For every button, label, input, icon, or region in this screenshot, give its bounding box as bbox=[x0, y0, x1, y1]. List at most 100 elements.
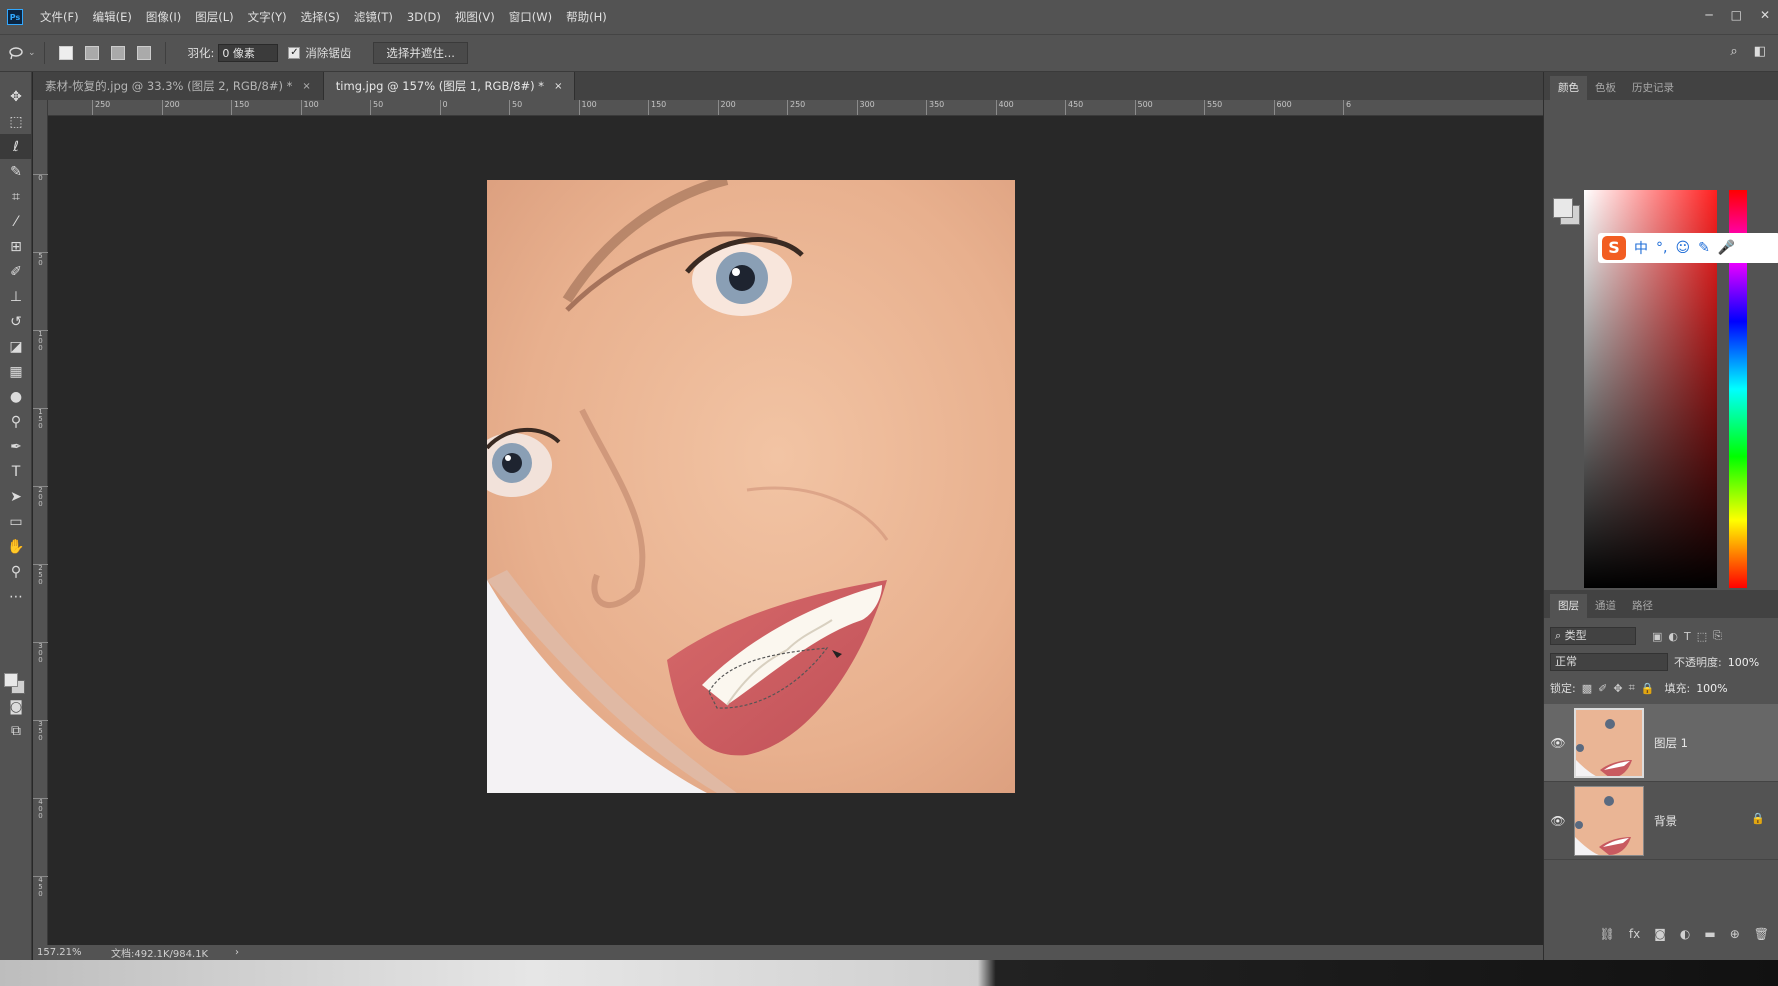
eyedropper-tool-icon[interactable]: ⁄ bbox=[0, 209, 32, 234]
intersect-selection-button[interactable] bbox=[136, 46, 151, 60]
zoom-tool-icon[interactable]: ⚲ bbox=[0, 559, 32, 584]
horizontal-ruler[interactable]: 250 200 150 100 50 0 50 100 150 200 250 300 350 400 45… bbox=[48, 100, 1543, 116]
feather-input[interactable] bbox=[218, 44, 279, 62]
menu-image[interactable]: 图像(I) bbox=[139, 0, 188, 34]
gradient-tool-icon[interactable]: ▦ bbox=[0, 359, 32, 384]
panel-foreground-color[interactable] bbox=[1553, 198, 1573, 218]
tab-swatches[interactable]: 色板 bbox=[1587, 76, 1624, 100]
layer-name[interactable]: 图层 1 bbox=[1654, 735, 1688, 751]
document-image[interactable] bbox=[487, 180, 1015, 793]
rectangle-tool-icon[interactable]: ▭ bbox=[0, 509, 32, 534]
tab-color[interactable]: 颜色 bbox=[1550, 76, 1587, 100]
lock-paint-icon[interactable]: ✐ bbox=[1598, 682, 1607, 695]
menu-window[interactable]: 窗口(W) bbox=[502, 0, 559, 34]
ime-punctuation[interactable]: °, bbox=[1656, 240, 1667, 256]
crop-tool-icon[interactable]: ⌗ bbox=[0, 184, 32, 209]
new-layer-icon[interactable]: ⊕ bbox=[1730, 927, 1740, 941]
ime-chinese-mode[interactable]: 中 bbox=[1634, 238, 1648, 258]
history-brush-tool-icon[interactable]: ↺ bbox=[0, 309, 32, 334]
vertical-ruler[interactable]: 0 5 0 1 0 0 1 5 0 2 0 0 2 5 0 3 0 0 3 5 0 4 0 0 4… bbox=[33, 100, 48, 945]
delete-layer-icon[interactable]: 🗑 bbox=[1754, 927, 1769, 941]
status-arrow-icon[interactable]: › bbox=[235, 947, 239, 958]
menu-3d[interactable]: 3D(D) bbox=[400, 0, 448, 34]
lasso-tool-icon[interactable]: ℓ bbox=[0, 134, 32, 159]
menu-view[interactable]: 视图(V) bbox=[448, 0, 502, 34]
more-tools-icon[interactable]: ⋯ bbox=[0, 584, 32, 609]
blur-tool-icon[interactable]: ● bbox=[0, 384, 32, 409]
lasso-preset-icon[interactable] bbox=[8, 44, 26, 62]
emoji-icon[interactable]: ☺ bbox=[1675, 240, 1690, 256]
tab-label: 素材-恢复的.jpg @ 33.3% (图层 2, RGB/8#) * bbox=[45, 79, 293, 93]
image-filter-icon[interactable]: ▣ bbox=[1652, 630, 1662, 643]
foreground-color-swatch[interactable] bbox=[4, 673, 18, 687]
adjustment-layer-icon[interactable]: ◐ bbox=[1680, 927, 1690, 941]
ime-toolbar[interactable]: S 中 °, ☺ ✎ 🎤 bbox=[1598, 233, 1778, 263]
path-selection-tool-icon[interactable]: ➤ bbox=[0, 484, 32, 509]
lock-all-icon[interactable]: 🔒 bbox=[1641, 682, 1655, 695]
subtract-selection-button[interactable] bbox=[110, 46, 125, 60]
search-icon[interactable]: ⌕ bbox=[1730, 44, 1737, 59]
tab-history[interactable]: 历史记录 bbox=[1624, 76, 1682, 100]
smart-object-filter-icon[interactable]: ⎘ bbox=[1713, 629, 1722, 643]
eye-icon[interactable]: 👁 bbox=[1544, 736, 1572, 750]
layer-name[interactable]: 背景 bbox=[1654, 813, 1677, 829]
move-tool-icon[interactable]: ✥ bbox=[0, 84, 32, 109]
layer-row[interactable]: 👁 图层 1 bbox=[1544, 704, 1778, 782]
menu-file[interactable]: 文件(F) bbox=[33, 0, 86, 34]
minimize-icon[interactable]: ─ bbox=[1705, 8, 1712, 22]
tab-channels[interactable]: 通道 bbox=[1587, 594, 1624, 618]
maximize-icon[interactable]: □ bbox=[1731, 8, 1742, 22]
add-selection-button[interactable] bbox=[84, 46, 99, 60]
type-tool-icon[interactable]: T bbox=[0, 459, 32, 484]
menu-select[interactable]: 选择(S) bbox=[294, 0, 347, 34]
layer-row[interactable]: 👁 背景 🔒 bbox=[1544, 782, 1778, 860]
tab-paths[interactable]: 路径 bbox=[1624, 594, 1661, 618]
dodge-tool-icon[interactable]: ⚲ bbox=[0, 409, 32, 434]
select-and-mask-button[interactable]: 选择并遮住... bbox=[373, 42, 468, 64]
new-group-icon[interactable]: ▬ bbox=[1704, 927, 1715, 941]
fill-value[interactable]: 100% bbox=[1696, 682, 1727, 695]
tab-document-1[interactable]: 素材-恢复的.jpg @ 33.3% (图层 2, RGB/8#) * × bbox=[33, 72, 324, 100]
type-filter-icon[interactable]: T bbox=[1684, 630, 1691, 643]
add-mask-icon[interactable]: ◙ bbox=[1654, 927, 1666, 941]
marquee-tool-icon[interactable]: ⬚ bbox=[0, 109, 32, 134]
lock-artboard-icon[interactable]: ⌗ bbox=[1629, 681, 1635, 695]
clone-stamp-tool-icon[interactable]: ⊥ bbox=[0, 284, 32, 309]
brush-tool-icon[interactable]: ✐ bbox=[0, 259, 32, 284]
quick-mask-icon[interactable]: ◙ bbox=[0, 694, 32, 719]
new-selection-button[interactable] bbox=[58, 46, 73, 60]
link-layers-icon[interactable]: ⛓ bbox=[1600, 927, 1615, 941]
zoom-level[interactable]: 157.21% bbox=[37, 947, 107, 958]
quick-selection-tool-icon[interactable]: ✎ bbox=[0, 159, 32, 184]
microphone-icon[interactable]: 🎤 bbox=[1718, 240, 1735, 256]
shape-filter-icon[interactable]: ⬚ bbox=[1697, 630, 1707, 643]
menu-layer[interactable]: 图层(L) bbox=[188, 0, 240, 34]
menu-filter[interactable]: 滤镜(T) bbox=[347, 0, 400, 34]
screen-mode-icon[interactable]: ⧉ bbox=[0, 718, 32, 743]
close-icon[interactable]: ✕ bbox=[1760, 8, 1770, 22]
close-icon[interactable]: × bbox=[302, 81, 310, 92]
healing-brush-tool-icon[interactable]: ⊞ bbox=[0, 234, 32, 259]
adjustment-filter-icon[interactable]: ◐ bbox=[1668, 630, 1678, 643]
eye-icon[interactable]: 👁 bbox=[1544, 814, 1572, 828]
opacity-value[interactable]: 100% bbox=[1728, 656, 1759, 669]
canvas-area[interactable] bbox=[48, 116, 1543, 945]
workspace-icon[interactable]: ◧ bbox=[1754, 44, 1766, 59]
antialias-checkbox[interactable]: ✓ bbox=[288, 47, 301, 59]
menu-edit[interactable]: 编辑(E) bbox=[86, 0, 139, 34]
layer-style-icon[interactable]: fx bbox=[1629, 927, 1640, 941]
lock-position-icon[interactable]: ✥ bbox=[1613, 682, 1622, 695]
pen-icon[interactable]: ✎ bbox=[1698, 240, 1710, 256]
layer-filter-select[interactable]: ⌕ 类型 bbox=[1550, 627, 1636, 645]
lock-pixels-icon[interactable]: ▩ bbox=[1582, 682, 1592, 695]
menu-type[interactable]: 文字(Y) bbox=[241, 0, 294, 34]
eraser-tool-icon[interactable]: ◪ bbox=[0, 334, 32, 359]
pen-tool-icon[interactable]: ✒ bbox=[0, 434, 32, 459]
close-icon[interactable]: × bbox=[554, 81, 562, 92]
tab-layers[interactable]: 图层 bbox=[1550, 594, 1587, 618]
blend-mode-select[interactable]: 正常 bbox=[1550, 653, 1668, 671]
hand-tool-icon[interactable]: ✋ bbox=[0, 534, 32, 559]
menu-help[interactable]: 帮助(H) bbox=[559, 0, 614, 34]
chevron-down-icon[interactable]: ⌄ bbox=[28, 48, 36, 58]
tab-document-2[interactable]: timg.jpg @ 157% (图层 1, RGB/8#) * × bbox=[323, 72, 576, 100]
